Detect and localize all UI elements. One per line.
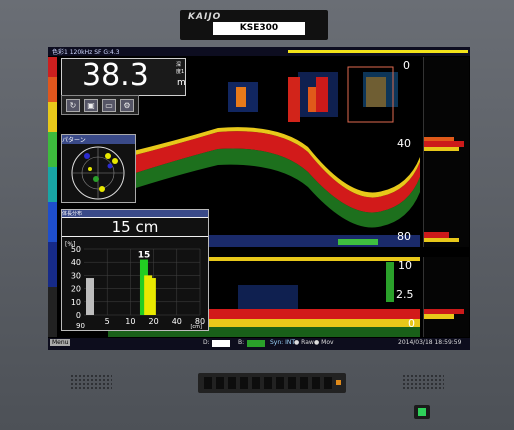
settings-icon[interactable]: ⚙: [120, 99, 134, 112]
depth-unit: m: [177, 78, 186, 88]
d-label: D:: [203, 339, 210, 346]
b-indicator: [247, 340, 265, 347]
channel-info: 色彩1 120kHz SF G:4.3: [52, 49, 120, 56]
sonar-panel[interactable]: パターン: [61, 134, 136, 203]
vent-grille: [198, 373, 346, 393]
depth-mode-label: 深度1: [176, 62, 185, 75]
brand-strip: KAIJO KSE300: [180, 10, 328, 40]
a-scope-upper: [423, 57, 469, 247]
x-tick-label: 40: [172, 317, 182, 326]
fish-size-label: 15 cm: [111, 218, 159, 236]
range-lower-bottom: 0: [408, 317, 415, 330]
depth-readout: 38.3 m 深度1: [61, 58, 186, 96]
y-tick-label: 0: [76, 311, 81, 320]
x-tick-label: 10: [125, 317, 135, 326]
histogram-header: 15 cm: [62, 218, 208, 236]
menu-button[interactable]: Menu: [50, 339, 71, 346]
mov-label: Mov: [321, 339, 334, 346]
sync-label: Syn: INT: [270, 339, 296, 346]
camera-icon[interactable]: ▣: [84, 99, 98, 112]
y-tick-label: 30: [71, 271, 81, 280]
folder-icon[interactable]: ▭: [102, 99, 116, 112]
histogram-titlebar: 体長分布: [62, 210, 208, 217]
b-label: B:: [238, 339, 245, 346]
ping-indicator: [288, 50, 468, 53]
raw-radio[interactable]: ● Raw: [294, 339, 314, 346]
range-upper-mid: 40: [397, 137, 411, 150]
y-tick-label: 20: [71, 285, 81, 294]
bottom-status-bar: Menu D: B: Syn: INT ● Raw ● Mov 2014/03/…: [48, 338, 470, 350]
x-tick-label: 5: [105, 317, 110, 326]
range-upper-top: 0: [403, 59, 410, 72]
brand-logo: KAIJO: [188, 12, 222, 22]
corner-label: 90: [76, 322, 85, 330]
tool-bar: ↻ ▣ ▭ ⚙: [61, 95, 139, 115]
raw-label: Raw: [301, 339, 314, 346]
histogram-plot: 50 40 30 20 10 0 5 10 20 40 80 15 [%] 90 [cm]: [62, 237, 208, 330]
range-lower-top: 10: [398, 259, 412, 272]
d-indicator: [212, 340, 230, 347]
speaker-grille-right: [402, 374, 444, 390]
peak-label: 15: [138, 251, 151, 261]
refresh-icon[interactable]: ↻: [66, 99, 80, 112]
sonar-panel-title: パターン: [62, 135, 135, 144]
color-scale-bar: [48, 57, 57, 337]
unit-label: [%]: [65, 241, 75, 248]
range-lower-mid: 2.5: [396, 288, 414, 301]
top-status-bar: 色彩1 120kHz SF G:4.3: [48, 47, 470, 56]
sonar-screen: 色彩1 120kHz SF G:4.3 0 40 80 10 2.5 0 38.…: [48, 47, 470, 350]
a-scope-lower: [423, 257, 469, 337]
y-tick-label: 40: [71, 258, 81, 267]
power-button[interactable]: [414, 405, 430, 419]
depth-value: 38.3: [82, 58, 149, 93]
x-tick-label: 20: [149, 317, 159, 326]
model-label: KSE300: [213, 22, 305, 35]
range-upper-bottom: 80: [397, 230, 411, 243]
size-distribution-panel[interactable]: 体長分布 15 cm 50 40 30 20 10 0 5 10 20 40 80 15 [%] 90 [c…: [61, 209, 209, 331]
cm-label: [cm]: [190, 324, 202, 330]
speaker-grille-left: [70, 374, 112, 390]
timestamp: 2014/03/18 18:59:59: [398, 339, 462, 346]
status-led: [336, 380, 341, 385]
histogram-bar: [147, 278, 156, 315]
histogram-bar: [86, 278, 94, 315]
y-tick-label: 10: [71, 298, 81, 307]
mov-radio[interactable]: ● Mov: [314, 339, 334, 346]
power-led: [418, 408, 426, 416]
